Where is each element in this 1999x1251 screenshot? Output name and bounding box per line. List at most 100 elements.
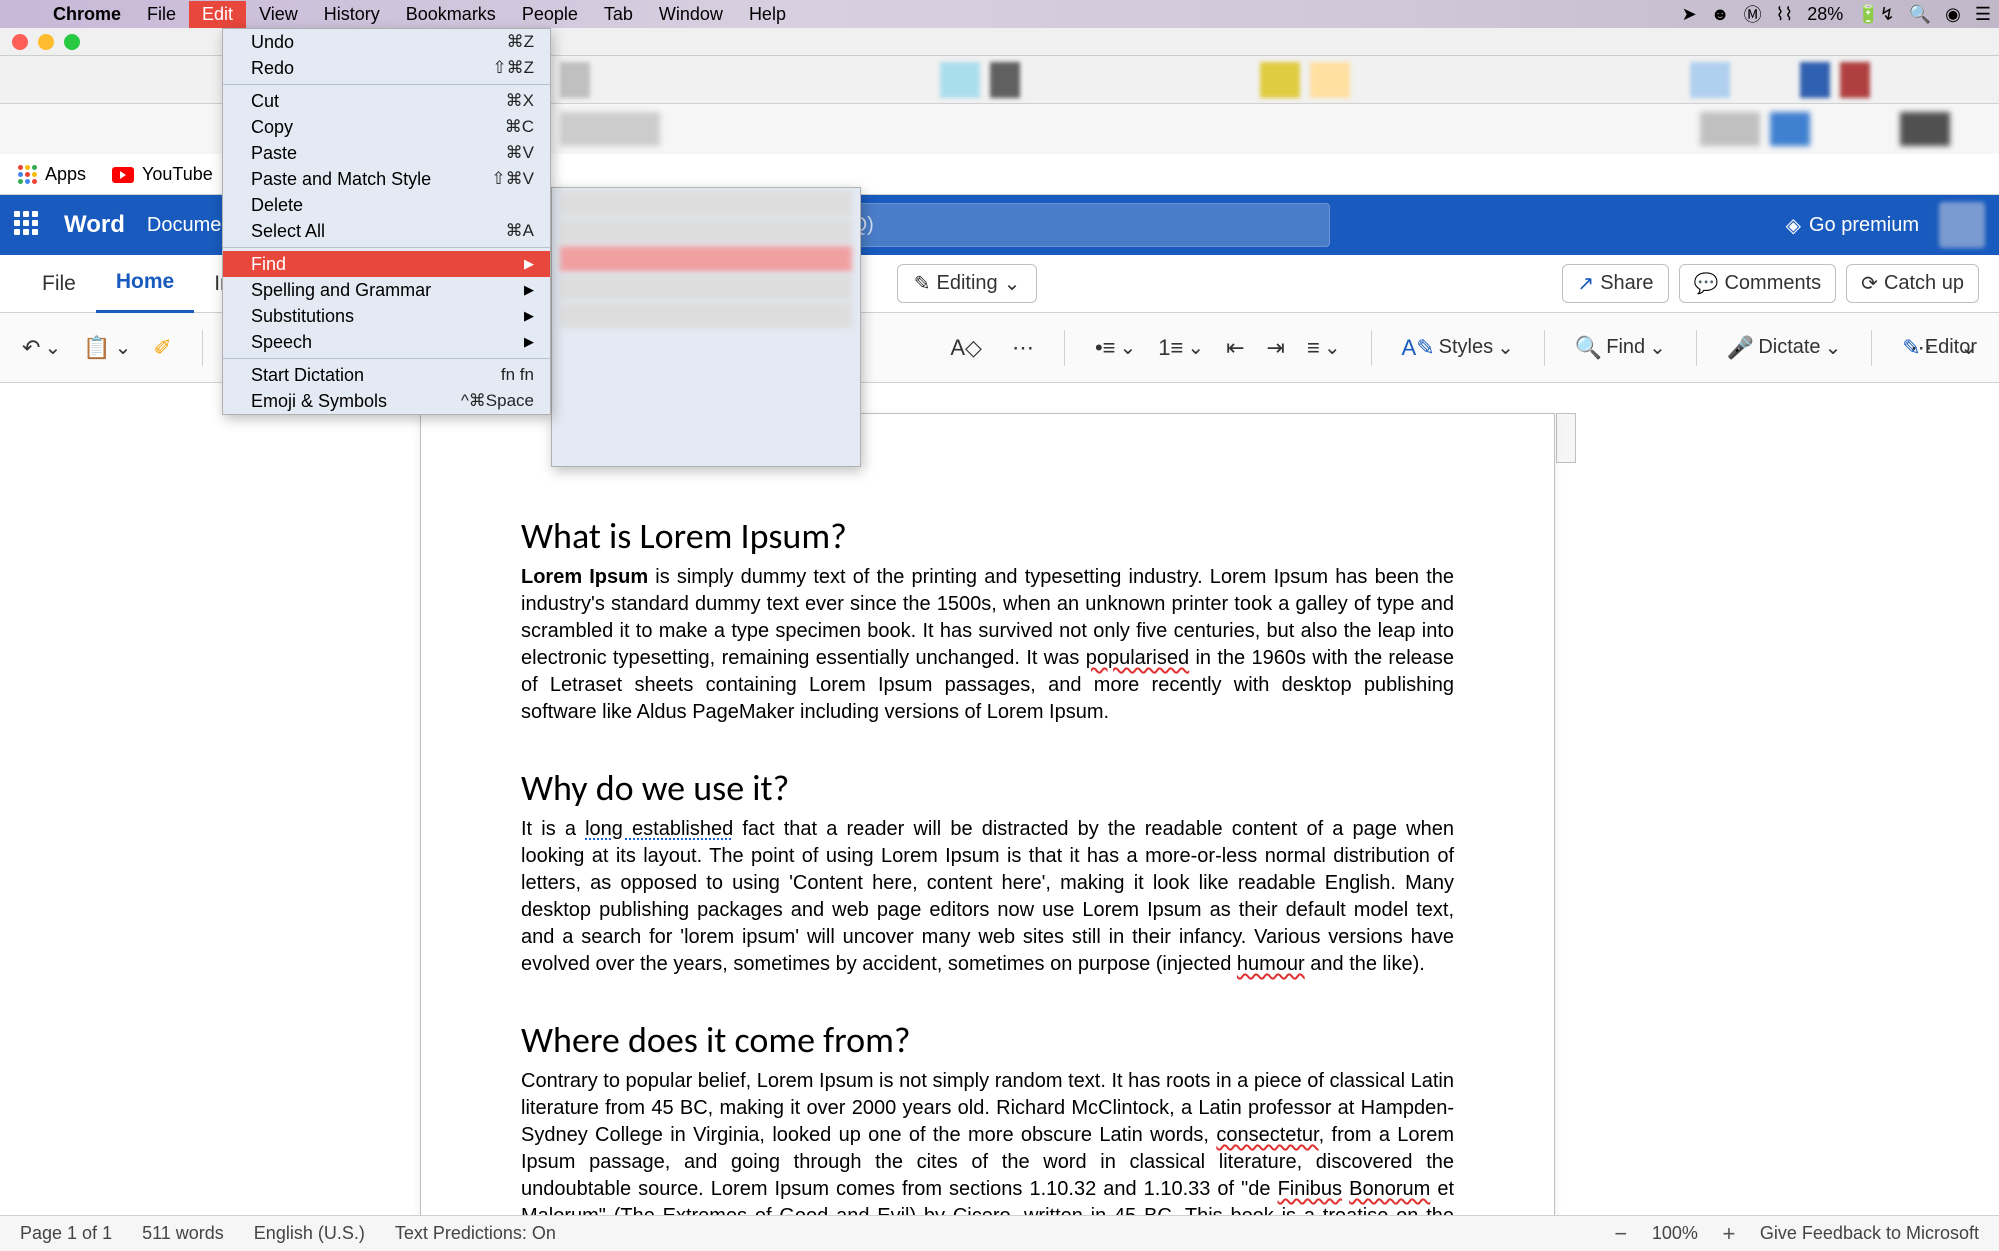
- heading-1[interactable]: What is Lorem Ipsum?: [521, 514, 1454, 558]
- menubar-app[interactable]: Chrome: [40, 1, 134, 28]
- menubar-history[interactable]: History: [311, 1, 393, 28]
- status-text-predictions[interactable]: Text Predictions: On: [395, 1223, 556, 1244]
- menubar-bookmarks[interactable]: Bookmarks: [393, 1, 509, 28]
- menu-find[interactable]: Find▶: [223, 251, 550, 277]
- zoom-out-button[interactable]: −: [1610, 1221, 1632, 1247]
- submenu-item-censored[interactable]: [560, 302, 852, 328]
- minimize-window-button[interactable]: [38, 34, 54, 50]
- go-premium-button[interactable]: ◈ Go premium: [1786, 213, 1919, 238]
- menu-paste[interactable]: Paste⌘V: [223, 140, 550, 166]
- zoom-in-button[interactable]: +: [1718, 1221, 1740, 1247]
- status-icon[interactable]: Ⓜ: [1744, 1, 1762, 27]
- menubar-window[interactable]: Window: [646, 1, 736, 28]
- menu-spelling-grammar[interactable]: Spelling and Grammar▶: [223, 277, 550, 303]
- search-icon[interactable]: 🔍: [1909, 4, 1931, 25]
- more-font-button[interactable]: ⋯: [1006, 331, 1040, 365]
- document-page[interactable]: What is Lorem Ipsum? Lorem Ipsum is simp…: [420, 413, 1555, 1215]
- zoom-level[interactable]: 100%: [1652, 1223, 1698, 1244]
- menubar-help[interactable]: Help: [736, 1, 799, 28]
- share-button[interactable]: ↗Share: [1562, 264, 1668, 303]
- comments-button[interactable]: 💬Comments: [1679, 264, 1837, 303]
- menubar-file[interactable]: File: [134, 1, 189, 28]
- status-page[interactable]: Page 1 of 1: [20, 1223, 112, 1244]
- censored-block: [1690, 62, 1730, 98]
- control-center-icon[interactable]: ☰: [1975, 4, 1991, 25]
- bookmark-youtube-label: YouTube: [142, 164, 213, 185]
- word-brand[interactable]: Word: [64, 211, 125, 239]
- comment-icon: 💬: [1694, 271, 1719, 296]
- menubar-edit[interactable]: Edit: [189, 1, 246, 28]
- menu-cut[interactable]: Cut⌘X: [223, 88, 550, 114]
- clear-formatting-button[interactable]: A◇: [944, 331, 988, 365]
- numbered-list-button[interactable]: 1≡⌄: [1152, 331, 1210, 365]
- status-bar: Page 1 of 1 511 words English (U.S.) Tex…: [0, 1215, 1999, 1251]
- submenu-item-censored[interactable]: [560, 190, 852, 216]
- outdent-icon: ⇤: [1226, 335, 1244, 361]
- censored-block: [1800, 62, 1830, 98]
- menubar-view[interactable]: View: [246, 1, 311, 28]
- increase-indent-button[interactable]: ⇥: [1261, 331, 1291, 365]
- battery-percent[interactable]: 28%: [1807, 4, 1843, 25]
- submenu-item-censored-highlighted[interactable]: [560, 246, 852, 272]
- close-window-button[interactable]: [12, 34, 28, 50]
- styles-icon: A✎: [1402, 335, 1435, 361]
- catch-up-button[interactable]: ⟳Catch up: [1846, 264, 1979, 303]
- menubar-people[interactable]: People: [509, 1, 591, 28]
- undo-button[interactable]: ↶⌄: [16, 331, 67, 365]
- paragraph-3[interactable]: Contrary to popular belief, Lorem Ipsum …: [521, 1068, 1454, 1215]
- status-icon[interactable]: ☻: [1711, 4, 1730, 25]
- menu-redo[interactable]: Redo⇧⌘Z: [223, 55, 550, 81]
- bookmark-apps[interactable]: Apps: [18, 164, 86, 185]
- styles-button[interactable]: A✎Styles⌄: [1396, 331, 1520, 365]
- find-button[interactable]: 🔍Find⌄: [1569, 331, 1672, 365]
- menubar-tab[interactable]: Tab: [591, 1, 646, 28]
- menu-substitutions[interactable]: Substitutions▶: [223, 303, 550, 329]
- feedback-link[interactable]: Give Feedback to Microsoft: [1760, 1223, 1979, 1244]
- app-launcher-icon[interactable]: [14, 211, 42, 239]
- submenu-item-censored[interactable]: [560, 274, 852, 300]
- format-painter-button[interactable]: ✐: [147, 331, 177, 365]
- paste-button[interactable]: 📋⌄: [77, 331, 137, 365]
- microphone-icon: 🎤: [1727, 335, 1754, 361]
- more-ribbon-button[interactable]: ⋯: [1904, 331, 1938, 365]
- menu-paste-match-style[interactable]: Paste and Match Style⇧⌘V: [223, 166, 550, 192]
- status-icon[interactable]: ➤: [1682, 4, 1697, 25]
- menu-delete[interactable]: Delete: [223, 192, 550, 218]
- editing-mode-dropdown[interactable]: ✎ Editing ⌄: [897, 264, 1038, 303]
- menu-speech[interactable]: Speech▶: [223, 329, 550, 355]
- censored-block: [1840, 62, 1870, 98]
- avatar[interactable]: [1939, 202, 1985, 248]
- align-button[interactable]: ≡⌄: [1301, 331, 1347, 365]
- clear-format-icon: A◇: [950, 335, 982, 361]
- submenu-item-censored[interactable]: [560, 218, 852, 244]
- decrease-indent-button[interactable]: ⇤: [1220, 331, 1250, 365]
- siri-icon[interactable]: ◉: [1945, 4, 1961, 25]
- tab-home[interactable]: Home: [96, 255, 194, 313]
- ellipsis-icon: ⋯: [1012, 335, 1034, 361]
- document-canvas[interactable]: What is Lorem Ipsum? Lorem Ipsum is simp…: [0, 383, 1999, 1215]
- menu-select-all[interactable]: Select All⌘A: [223, 218, 550, 244]
- maximize-window-button[interactable]: [64, 34, 80, 50]
- bulleted-list-button[interactable]: •≡⌄: [1089, 331, 1142, 365]
- status-words[interactable]: 511 words: [142, 1223, 224, 1244]
- status-language[interactable]: English (U.S.): [254, 1223, 365, 1244]
- chevron-down-icon: ⌄: [44, 335, 61, 360]
- paragraph-2[interactable]: It is a long established fact that a rea…: [521, 816, 1454, 978]
- menu-start-dictation[interactable]: Start Dictationfn fn: [223, 362, 550, 388]
- menu-undo[interactable]: Undo⌘Z: [223, 29, 550, 55]
- menu-copy[interactable]: Copy⌘C: [223, 114, 550, 140]
- wifi-icon[interactable]: ⌇⌇: [1776, 4, 1794, 25]
- censored-block: [560, 112, 660, 146]
- heading-3[interactable]: Where does it come from?: [521, 1018, 1454, 1062]
- tab-file[interactable]: File: [22, 255, 96, 313]
- menu-emoji-symbols[interactable]: Emoji & Symbols^⌘Space: [223, 388, 550, 414]
- undo-icon: ↶: [22, 335, 40, 361]
- battery-icon[interactable]: 🔋↯: [1857, 4, 1895, 25]
- paragraph-1[interactable]: Lorem Ipsum is simply dummy text of the …: [521, 564, 1454, 726]
- dictate-button[interactable]: 🎤Dictate⌄: [1721, 331, 1847, 365]
- heading-2[interactable]: Why do we use it?: [521, 766, 1454, 810]
- edit-menu-dropdown: Undo⌘Z Redo⇧⌘Z Cut⌘X Copy⌘C Paste⌘V Past…: [222, 28, 551, 415]
- collapse-ribbon-button[interactable]: ⌄: [1954, 331, 1983, 364]
- bookmark-youtube[interactable]: YouTube: [112, 164, 213, 185]
- ruler-tab[interactable]: [1556, 413, 1576, 463]
